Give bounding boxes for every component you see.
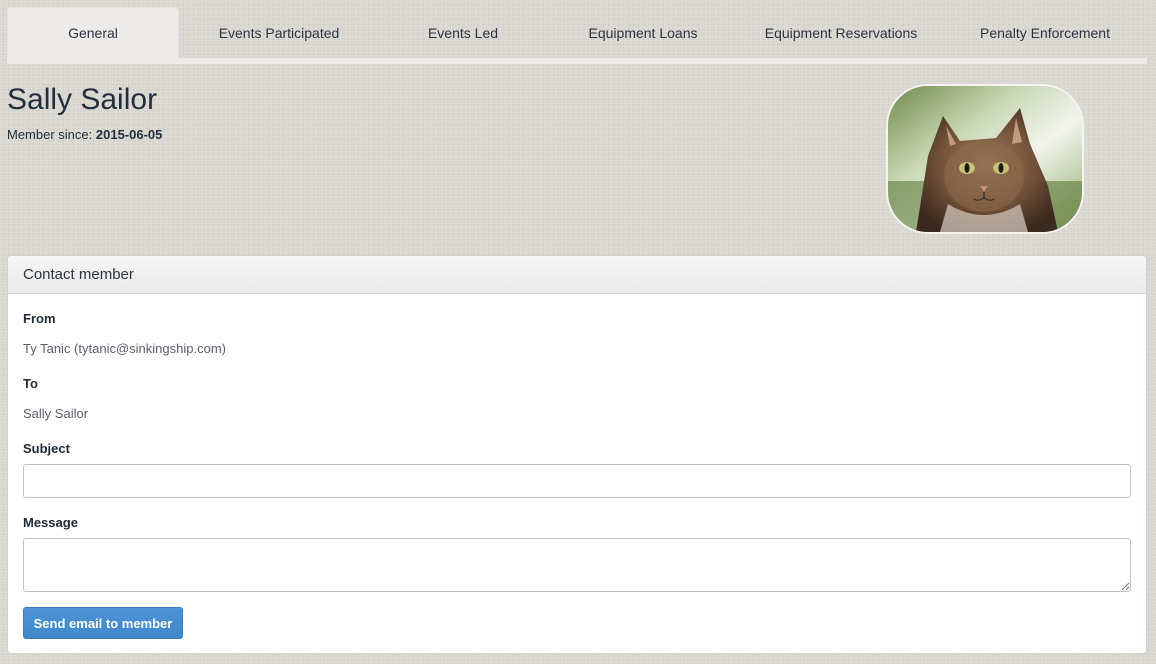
contact-member-panel: Contact member From Ty Tanic (tytanic@si… [7,255,1147,654]
tab-equipment-reservations[interactable]: Equipment Reservations [739,7,943,58]
profile-tabs: General Events Participated Events Led E… [7,7,1147,58]
tab-penalty-enforcement[interactable]: Penalty Enforcement [943,7,1147,58]
message-label: Message [23,515,78,530]
panel-title: Contact member [23,266,134,283]
message-textarea[interactable] [23,538,1131,592]
cat-photo-image [888,86,1082,232]
tabs-divider [7,58,1147,64]
member-since-date: 2015-06-05 [95,127,163,142]
tab-equipment-loans[interactable]: Equipment Loans [547,7,739,58]
to-label: To [23,376,38,391]
member-name: Sally Sailor [7,83,158,116]
member-since-label: Member since: [7,127,93,142]
member-photo [886,84,1084,234]
from-value: Ty Tanic (tytanic@sinkingship.com) [23,341,226,356]
subject-label: Subject [23,441,70,456]
from-label: From [23,311,56,326]
tab-events-led[interactable]: Events Led [379,7,547,58]
subject-input[interactable] [23,464,1131,498]
panel-heading: Contact member [8,256,1146,294]
send-email-button[interactable]: Send email to member [23,607,183,639]
tab-events-participated[interactable]: Events Participated [179,7,379,58]
to-value: Sally Sailor [23,406,89,421]
tab-general[interactable]: General [7,7,179,58]
member-since: Member since: 2015-06-05 [7,127,162,142]
